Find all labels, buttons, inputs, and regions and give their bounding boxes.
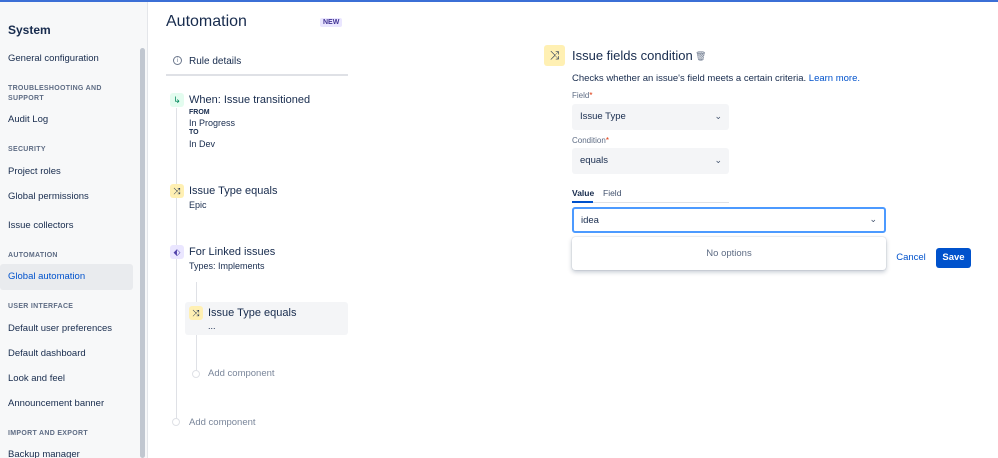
flow-connector-line [176,108,177,420]
sidebar-item-backup-manager[interactable]: Backup manager [0,442,133,458]
field-select-value: Issue Type [580,111,626,122]
condition-select-value: equals [580,155,608,166]
trigger-from-value: In Progress [189,118,236,128]
description-text: Checks whether an issue's field meets a … [572,73,807,84]
detail-title: Issue fields condition [572,48,693,63]
branch-title[interactable]: For Linked issues [189,246,275,258]
sidebar-heading-security: SECURITY [8,146,46,153]
condition-select[interactable]: equals ⌄ [572,148,729,174]
sidebar-heading-automation: AUTOMATION [8,252,58,259]
shuffle-icon: ⤨ [170,184,184,198]
sidebar-heading-user-interface: USER INTERFACE [8,303,74,310]
sidebar-scrollbar[interactable] [140,48,145,458]
branch-sub: Types: Implements [189,261,265,271]
condition-title[interactable]: Issue Type equals [189,185,277,197]
transition-icon: ↳ [170,93,184,107]
chevron-down-icon: ⌄ [714,111,722,121]
value-input-text: idea [581,215,599,226]
sidebar-item-audit-log[interactable]: Audit Log [0,107,133,133]
condition-label: Condition* [572,136,609,145]
sidebar-item-default-user-preferences[interactable]: Default user preferences [0,316,133,342]
trigger-from-label: FROM [189,109,210,116]
tab-value[interactable]: Value [572,186,594,203]
value-select-input[interactable]: idea ⌄ [572,207,886,233]
detail-description: Checks whether an issue's field meets a … [572,73,860,84]
sidebar-item-general-configuration[interactable]: General configuration [0,46,133,72]
sidebar-heading-import-export: IMPORT AND EXPORT [8,430,88,437]
value-field-tabs: Value Field [572,186,729,203]
sidebar-item-global-permissions[interactable]: Global permissions [0,184,133,210]
sidebar: System General configuration TROUBLESHOO… [0,2,148,458]
sidebar-item-look-and-feel[interactable]: Look and feel [0,366,133,392]
info-icon: i [173,56,182,65]
condition-sub: Epic [189,200,207,210]
save-button[interactable]: Save [936,248,971,268]
branch-icon: ⬖ [170,245,184,259]
add-component-link[interactable]: Add component [189,417,256,428]
tab-field[interactable]: Field [603,186,621,203]
shuffle-icon: ⤨ [544,45,565,66]
no-options-message: No options [706,248,752,259]
nested-condition-title[interactable]: Issue Type equals [208,307,296,319]
trigger-to-value: In Dev [189,139,216,149]
shuffle-icon: ⤨ [189,306,203,320]
trigger-title[interactable]: When: Issue transitioned [189,94,310,106]
new-badge: NEW [320,18,343,27]
add-component-dot [172,418,180,426]
learn-more-link[interactable]: Learn more. [809,73,860,84]
chevron-down-icon: ⌄ [714,155,722,165]
trigger-to-label: TO [189,129,199,136]
options-dropdown: No options [572,237,886,270]
add-component-dot [192,370,200,378]
field-label: Field* [572,91,593,100]
rule-details-item[interactable]: i Rule details [166,52,348,76]
page-title: Automation [166,13,247,30]
top-accent-line [0,0,998,2]
rule-details-label: Rule details [189,56,242,67]
sidebar-item-project-roles[interactable]: Project roles [0,159,133,185]
chevron-down-icon: ⌄ [869,214,877,224]
cancel-button[interactable]: Cancel [892,248,930,268]
add-component-nested-link[interactable]: Add component [208,368,275,379]
field-select[interactable]: Issue Type ⌄ [572,104,729,130]
sidebar-item-announcement-banner[interactable]: Announcement banner [0,391,133,417]
sidebar-item-default-dashboard[interactable]: Default dashboard [0,341,133,367]
sidebar-title: System [8,23,51,37]
nested-condition-sub: ... [208,321,216,331]
sidebar-item-global-automation[interactable]: Global automation [0,264,133,290]
trash-icon[interactable]: 🗑 [695,51,706,62]
sidebar-item-issue-collectors[interactable]: Issue collectors [0,213,133,239]
sidebar-heading-troubleshooting: TROUBLESHOOTING AND SUPPORT [8,85,102,102]
